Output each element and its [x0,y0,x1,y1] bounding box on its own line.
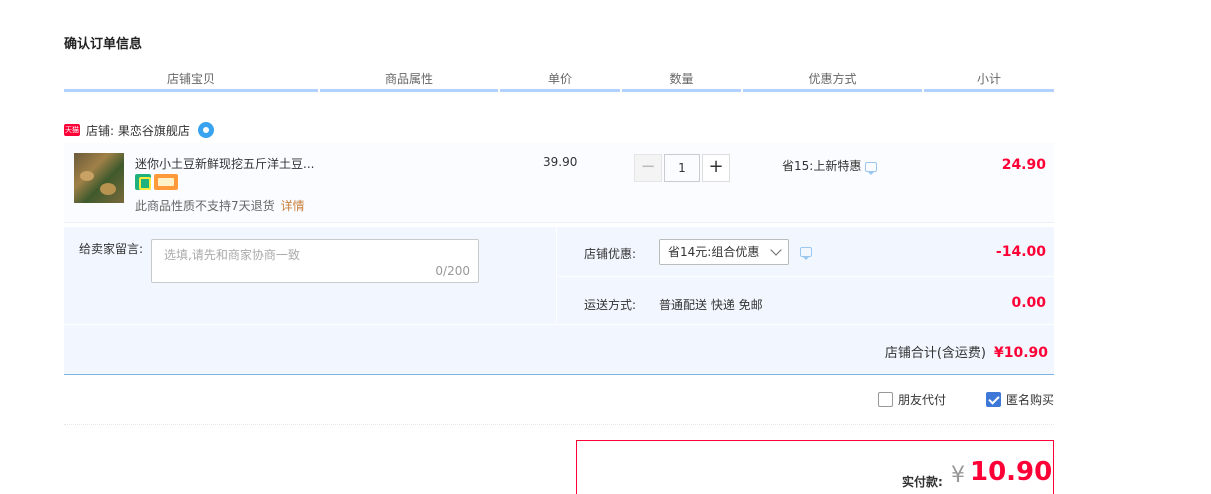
guarantee-badge-icon[interactable] [135,174,151,190]
order-extra-block: 给卖家留言: 选填,请先和商家协商一致 0/200 店铺优惠: 省14元:组合优… [64,227,1054,375]
column-shop-item: 店铺宝贝 [64,70,318,92]
column-subtotal: 小计 [924,70,1054,92]
quantity-increase-button[interactable]: + [702,154,730,182]
column-discount: 优惠方式 [743,70,922,92]
column-quantity: 数量 [622,70,741,92]
shipping-amount: 0.00 [1011,295,1046,311]
shop-total-value: ¥10.90 [993,345,1048,361]
shop-row: 天猫 店铺: 果恋谷旗舰店 [64,121,214,139]
shop-total-label: 店铺合计(含运费) [884,346,986,361]
quantity-input[interactable]: 1 [664,154,700,182]
chevron-down-icon [770,244,782,256]
promo-info-icon[interactable] [865,162,878,175]
return-policy-text: 此商品性质不支持7天退货 [135,199,275,213]
shipping-label: 运送方式: [584,298,637,312]
payment-amount: 10.90 [970,457,1053,487]
item-promotion: 省15:上新特惠 [782,157,878,175]
shop-discount-select[interactable]: 省14元:组合优惠 [659,239,789,265]
friend-pay-label: 朋友代付 [898,393,947,407]
shop-total: 店铺合计(含运费) ¥10.90 [885,342,1048,361]
anonymous-option[interactable]: 匿名购买 [986,391,1054,408]
return-policy-note: 此商品性质不支持7天退货 详情 [135,197,305,214]
shop-total-row: 店铺合计(含运费) ¥10.90 [64,324,1054,375]
memo-placeholder: 选填,请先和商家协商一致 [164,248,300,262]
quantity-decrease-button[interactable]: − [634,154,662,182]
payment-summary: 实付款: ¥ 10.90 [576,440,1054,494]
item-subtotal: 24.90 [1001,157,1046,173]
wangwang-chat-icon[interactable] [197,122,214,138]
shipping-row: 运送方式: 普通配送 快递 免邮 0.00 [558,278,1054,323]
seller-memo-input[interactable]: 选填,请先和商家协商一致 0/200 [151,239,479,283]
return-detail-link[interactable]: 详情 [281,199,305,213]
order-options: 朋友代付 匿名购买 [64,388,1054,412]
anonymous-label: 匿名购买 [1006,393,1055,407]
column-header: 店铺宝贝 商品属性 单价 数量 优惠方式 小计 [64,70,1054,92]
payment-currency: ¥ [951,463,965,488]
divider [64,424,1054,425]
product-thumbnail[interactable] [74,153,124,203]
friend-pay-option[interactable]: 朋友代付 [878,391,946,408]
column-unit-price: 单价 [500,70,620,92]
shop-discount-amount: -14.00 [995,244,1046,260]
friend-pay-checkbox[interactable] [878,392,893,407]
product-title[interactable]: 迷你小土豆新鲜现挖五斤洋土豆... [135,155,314,172]
order-item-row: 迷你小土豆新鲜现挖五斤洋土豆... 此商品性质不支持7天退货 详情 39.90 −… [64,143,1054,223]
quantity-stepper: − 1 + [634,154,730,182]
shop-name[interactable]: 店铺: 果恋谷旗舰店 [86,122,190,139]
item-promotion-text: 省15:上新特惠 [782,159,862,173]
shop-discount-label: 店铺优惠: [584,247,637,261]
column-attributes: 商品属性 [320,70,498,92]
shop-discount-selected: 省14元:组合优惠 [668,245,760,259]
memo-char-count: 0/200 [435,264,470,278]
shipping-method: 普通配送 快递 免邮 [659,298,763,312]
unit-price: 39.90 [543,155,578,169]
memo-label: 给卖家留言: [79,242,144,256]
page-title: 确认订单信息 [64,37,143,52]
discount-info-icon[interactable] [800,247,812,260]
credit-card-badge-icon[interactable] [154,174,178,190]
service-badges [135,174,178,190]
anonymous-checkbox[interactable] [986,392,1001,407]
tmall-icon: 天猫 [64,124,80,136]
seller-memo-area: 给卖家留言: 选填,请先和商家协商一致 0/200 [64,227,557,323]
payment-label: 实付款: [902,475,943,489]
shop-discount-row: 店铺优惠: 省14元:组合优惠 -14.00 [558,227,1054,277]
